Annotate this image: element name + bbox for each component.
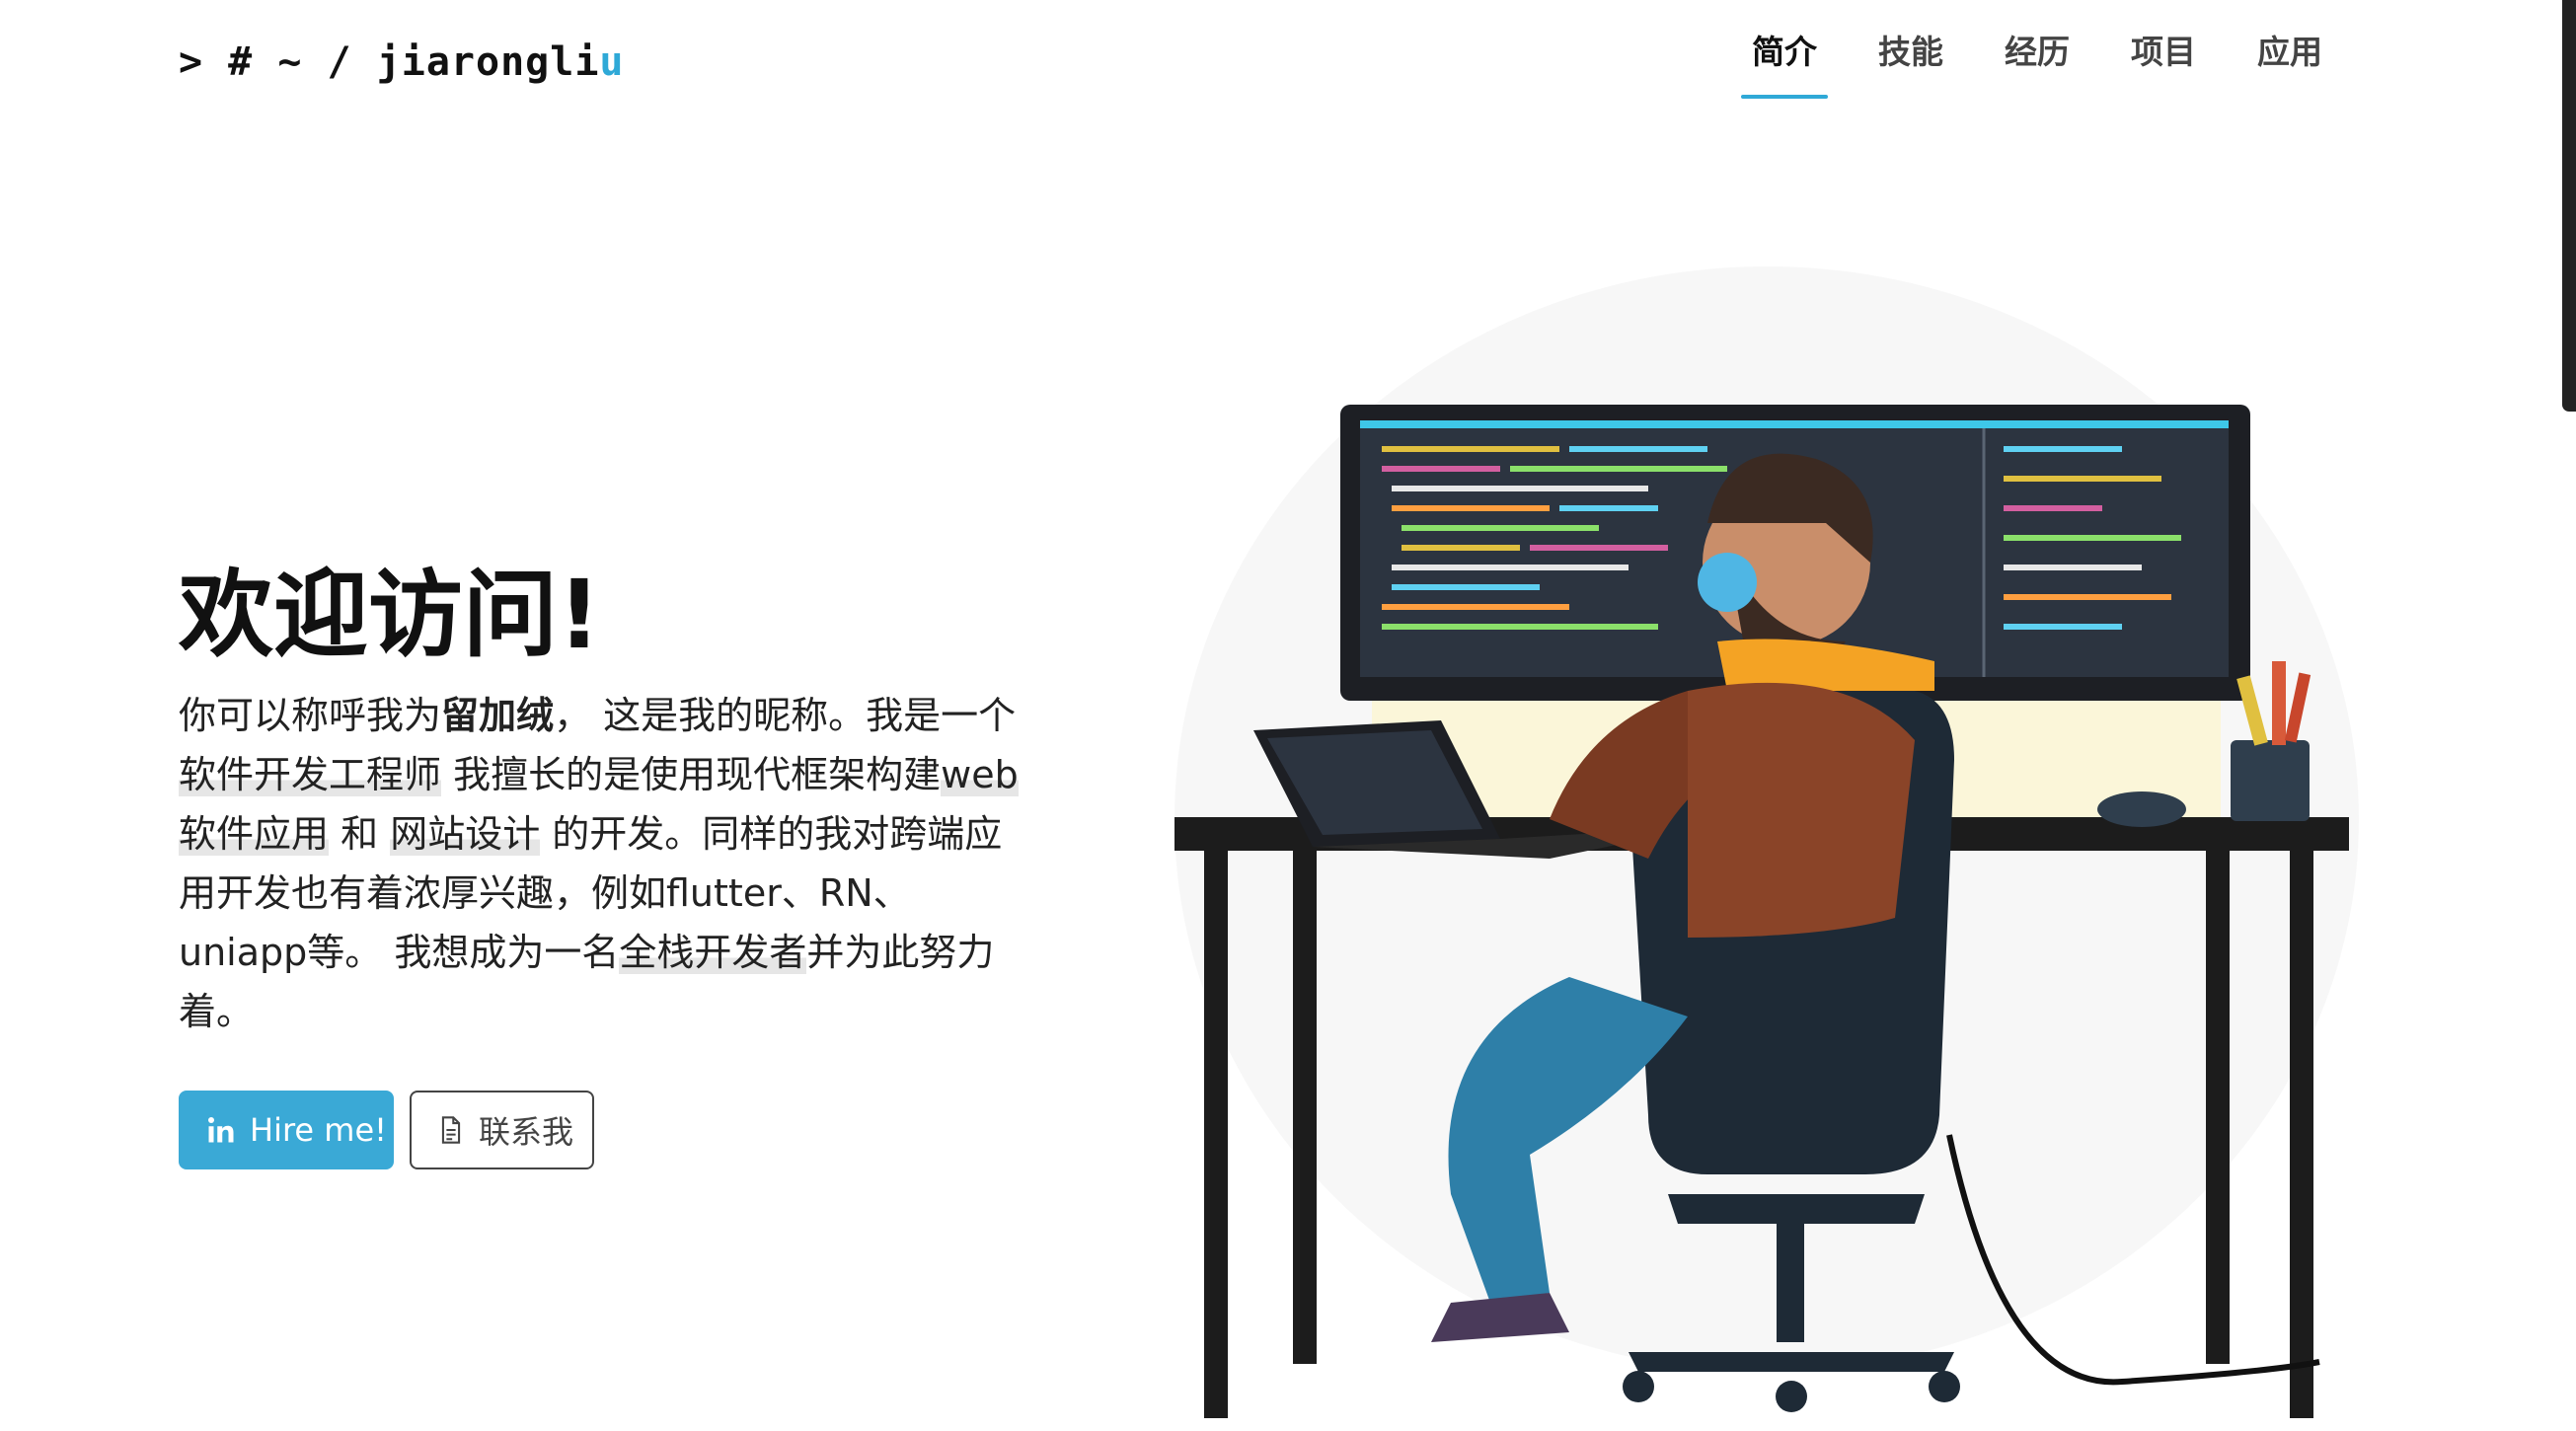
nav-item-intro[interactable]: 简介: [1721, 0, 1848, 99]
intro-text-1: 你可以称呼我为: [179, 694, 442, 737]
site-logo[interactable]: > # ~ / jiarongliu: [179, 39, 625, 85]
nav-item-projects[interactable]: 项目: [2100, 0, 2227, 99]
hero-intro-paragraph: 你可以称呼我为留加绒， 这是我的昵称。我是一个 软件开发工程师 我擅长的是使用现…: [179, 686, 1037, 1041]
logo-text: > # ~ / jiarongli: [179, 39, 600, 85]
nickname: 留加绒: [441, 694, 555, 737]
skill-design-highlight: 网站设计: [390, 812, 541, 856]
intro-text-2: ， 这是我的昵称。我是一个: [554, 694, 1017, 737]
scrollbar-thumb[interactable]: [2562, 0, 2576, 412]
document-icon: [437, 1115, 465, 1145]
hero-buttons: Hire me! 联系我: [179, 1091, 594, 1169]
hire-me-button[interactable]: Hire me!: [179, 1091, 394, 1169]
top-nav: 简介 技能 经历 项目 应用: [1721, 0, 2353, 99]
logo-accent-letter: u: [599, 39, 625, 85]
contact-me-label: 联系我: [479, 1113, 574, 1151]
contact-me-button[interactable]: 联系我: [410, 1091, 594, 1169]
headphones: [1698, 553, 1757, 612]
goal-highlight: 全栈开发者: [619, 931, 807, 974]
page: > # ~ / jiarongliu 简介 技能 经历 项目 应用 欢迎访问! …: [0, 0, 2576, 1431]
linkedin-icon: [206, 1115, 236, 1145]
nav-item-skills[interactable]: 技能: [1848, 0, 1974, 99]
nav-item-experience[interactable]: 经历: [1974, 0, 2100, 99]
developer-illustration: [1174, 266, 2359, 1418]
role-highlight: 软件开发工程师: [179, 753, 442, 796]
nav-item-apps[interactable]: 应用: [2227, 0, 2353, 99]
intro-text-4: 和: [329, 812, 391, 856]
scrollbar[interactable]: [2558, 0, 2576, 1431]
hire-me-label: Hire me!: [250, 1111, 387, 1149]
intro-text-3: 我擅长的是使用现代框架构建: [441, 753, 942, 796]
hero-title: 欢迎访问!: [179, 560, 601, 670]
